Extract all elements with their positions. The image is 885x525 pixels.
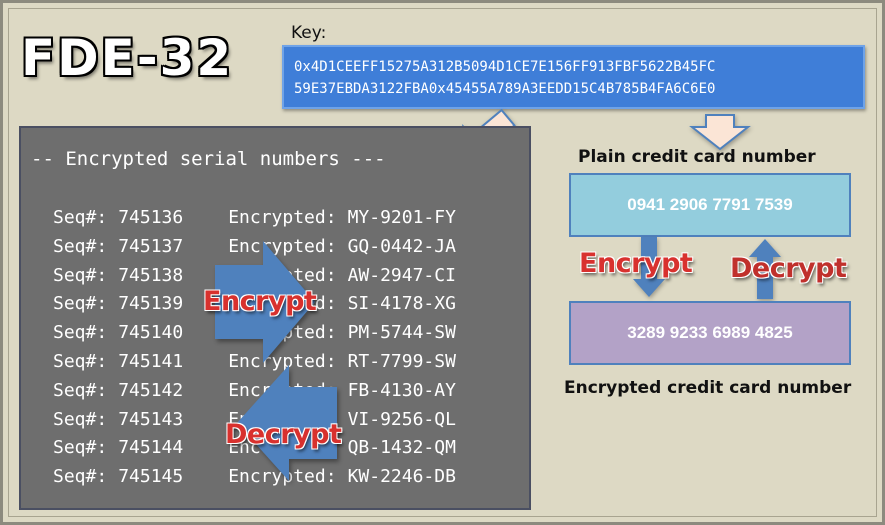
seq-label: Seq#:	[53, 207, 108, 228]
seq-label: Seq#:	[53, 466, 108, 488]
seq-label: Seq#:	[53, 408, 108, 430]
encrypt-label-left: Encrypt	[203, 286, 317, 317]
encrypted-card-caption: Encrypted credit card number	[564, 378, 852, 398]
seq-label: Seq#:	[53, 293, 108, 315]
key-to-card-arrow-icon	[689, 114, 751, 151]
serial-panel-title: -- Encrypted serial numbers ---	[31, 148, 386, 170]
seq-value: 745136	[118, 207, 184, 228]
seq-label: Seq#:	[53, 437, 108, 459]
seq-label: Seq#:	[53, 264, 108, 286]
plain-card-box: 0941 2906 7791 7539	[569, 173, 851, 237]
key-label: Key:	[291, 23, 327, 43]
encrypted-label: Encrypted:	[228, 207, 337, 228]
encrypted-value: PM-5744-SW	[347, 322, 456, 344]
encrypted-value: FB-4130-AY	[347, 379, 456, 401]
encrypted-value: MY-9201-FY	[347, 207, 456, 228]
encrypted-value: VI-9256-QL	[347, 408, 456, 430]
decrypt-label-right: Decrypt	[730, 253, 847, 284]
seq-value: 745143	[118, 408, 184, 430]
seq-label: Seq#:	[53, 322, 108, 344]
plain-card-number: 0941 2906 7791 7539	[627, 195, 793, 214]
encrypted-value: RT-7799-SW	[347, 350, 456, 372]
key-line-1: 0x4D1CEEFF15275A312B5094D1CE7E156FF913FB…	[294, 59, 716, 75]
plain-card-caption: Plain credit card number	[578, 147, 816, 167]
encrypted-card-box: 3289 9233 6989 4825	[569, 301, 851, 365]
encrypt-label-right: Encrypt	[579, 248, 693, 279]
serial-row: Seq#: 745136 Encrypted: MY-9201-FY	[53, 204, 456, 233]
seq-value: 745144	[118, 437, 184, 459]
seq-label: Seq#:	[53, 379, 108, 401]
key-box: 0x4D1CEEFF15275A312B5094D1CE7E156FF913FB…	[282, 45, 865, 109]
encrypted-value: SI-4178-XG	[347, 293, 456, 315]
seq-value: 745137	[118, 235, 184, 257]
encrypted-card-number: 3289 9233 6989 4825	[627, 323, 793, 342]
encrypted-value: GQ-0442-JA	[347, 235, 456, 257]
decrypt-label-left: Decrypt	[225, 419, 342, 450]
seq-value: 745142	[118, 379, 184, 401]
seq-label: Seq#:	[53, 350, 108, 372]
seq-value: 745140	[118, 322, 184, 344]
seq-value: 745145	[118, 466, 184, 488]
product-logo: FDE-32	[21, 29, 234, 87]
seq-label: Seq#:	[53, 235, 108, 257]
encrypted-value: AW-2947-CI	[347, 264, 456, 286]
encrypted-value: KW-2246-DB	[347, 466, 456, 488]
seq-value: 745141	[118, 350, 184, 372]
key-line-2: 59E37EBDA3122FBA0x45455A789A3EEDD15C4B78…	[294, 81, 716, 97]
encrypted-value: QB-1432-QM	[347, 437, 456, 459]
diagram-canvas: FDE-32 Key: 0x4D1CEEFF15275A312B5094D1CE…	[0, 0, 885, 525]
